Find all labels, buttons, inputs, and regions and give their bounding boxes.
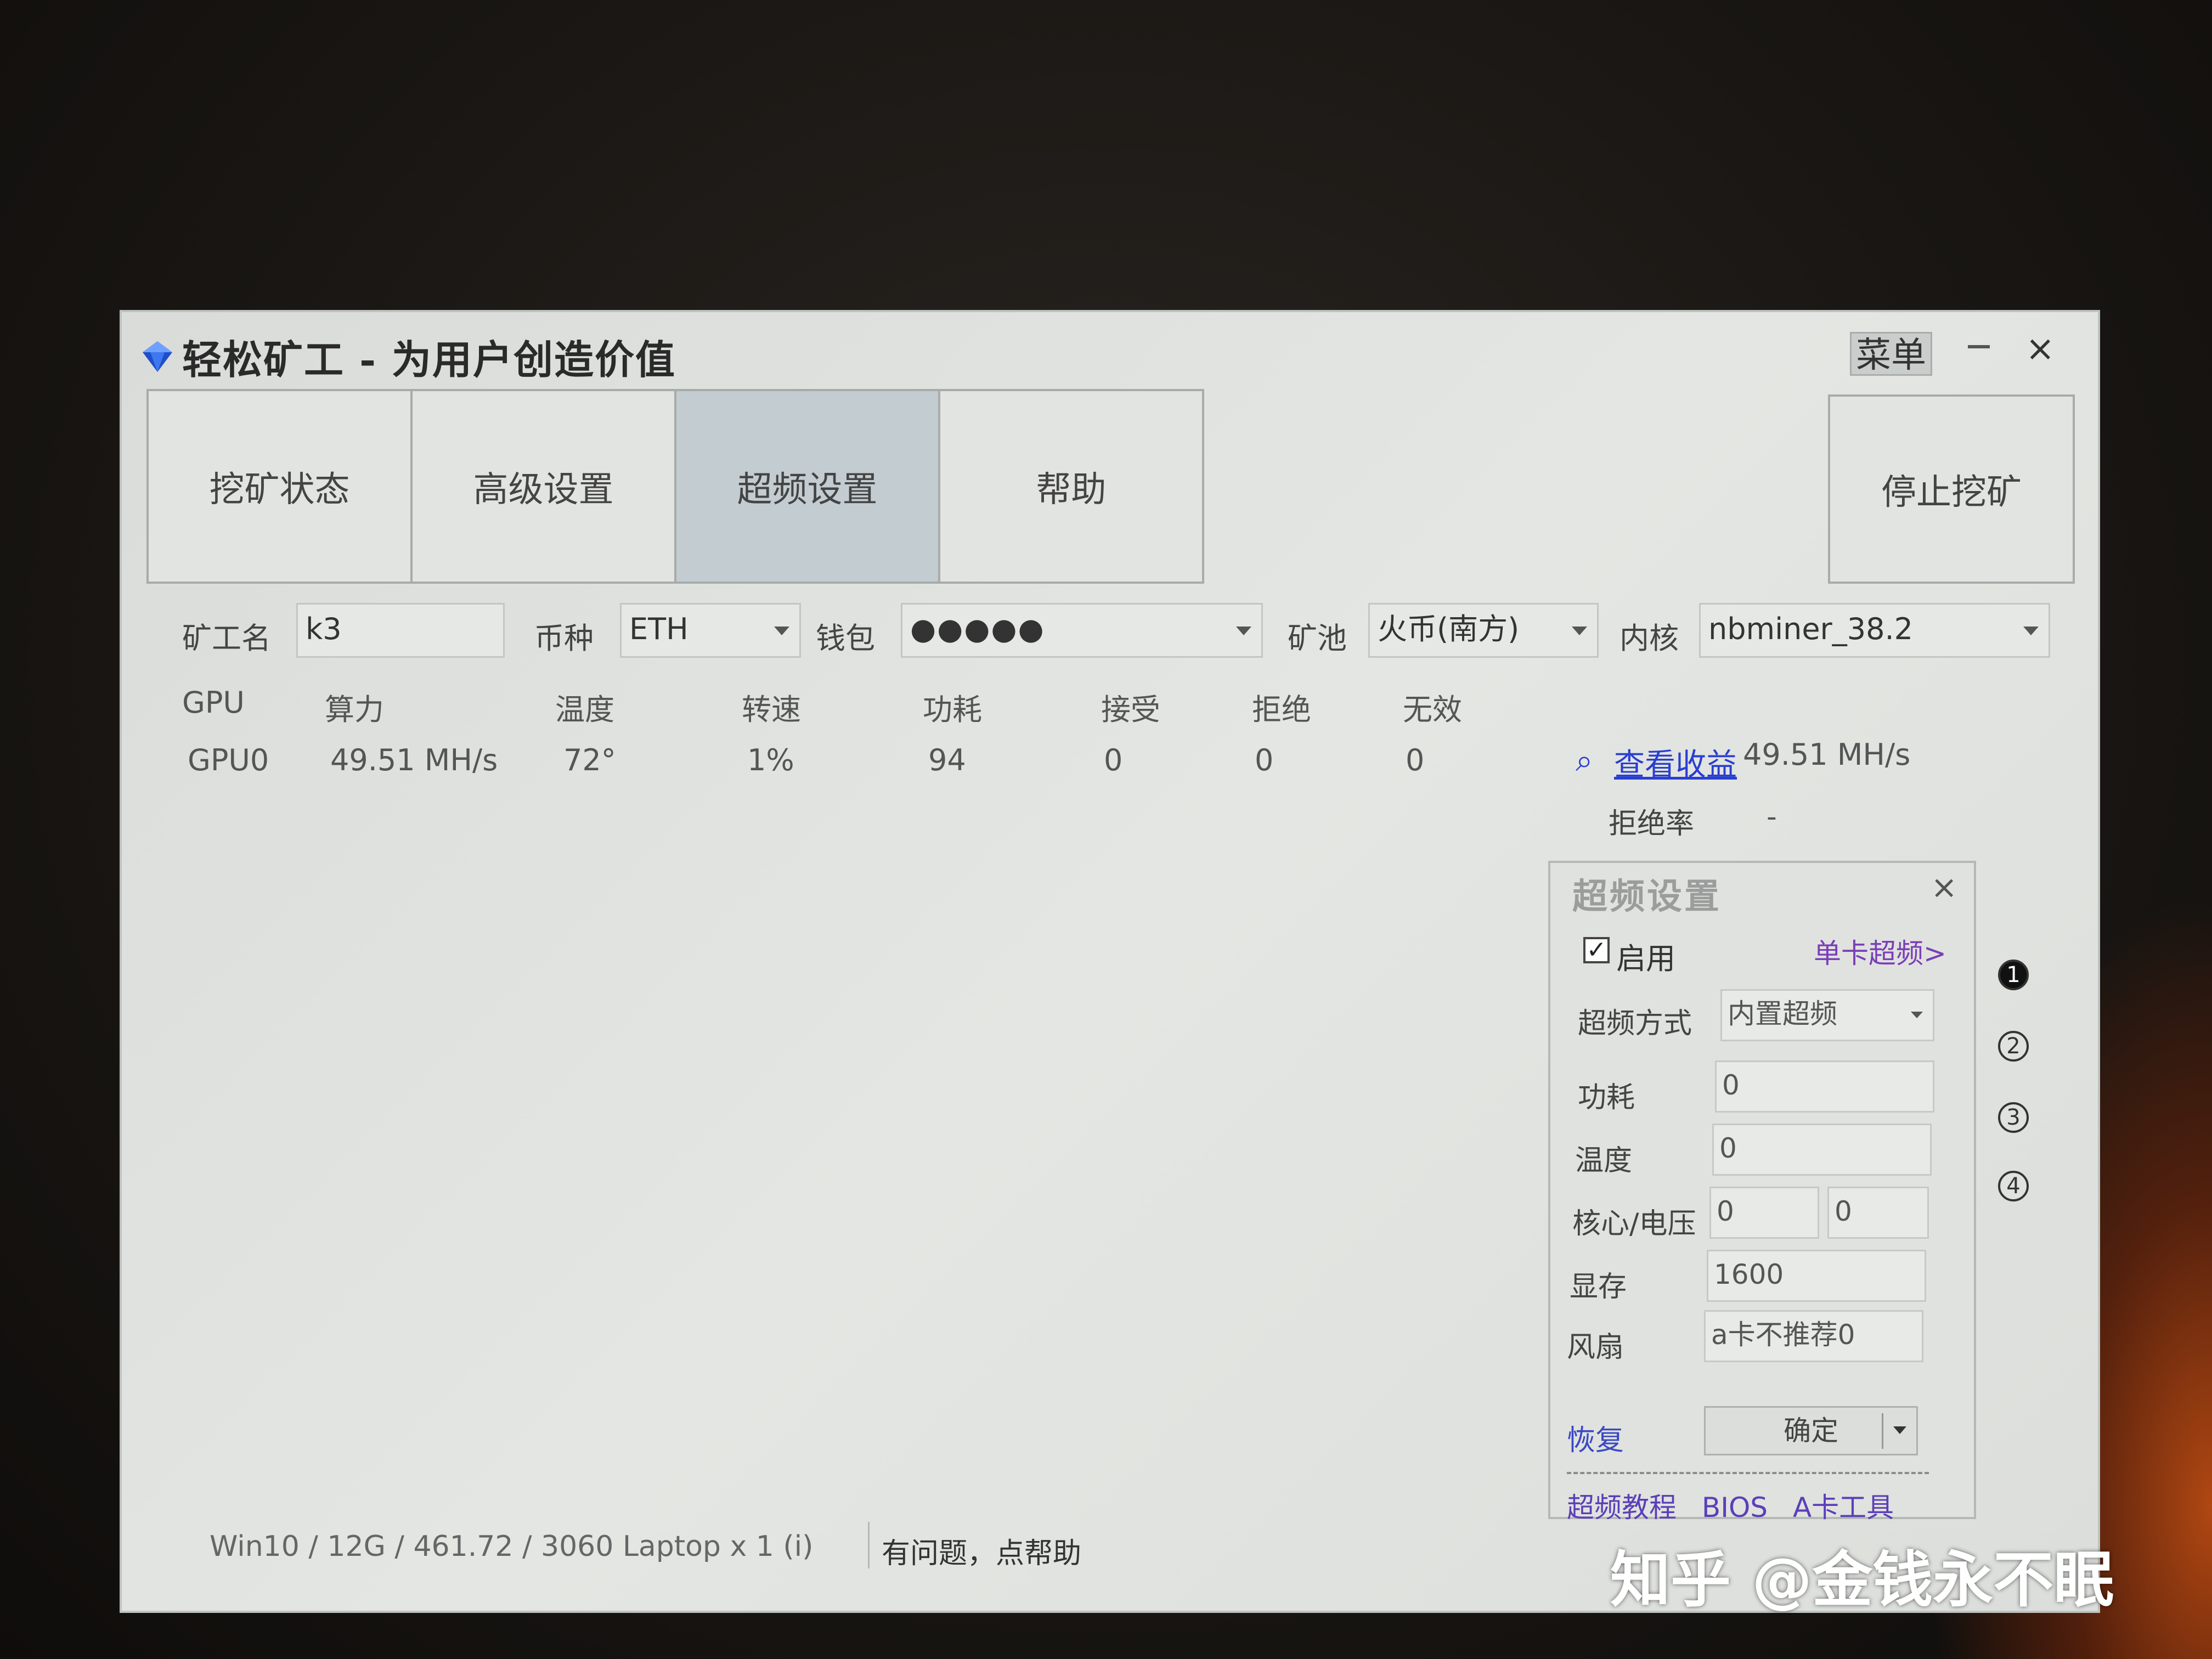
wallet-label: 钱包 xyxy=(816,621,875,656)
window-title: 轻松矿工 - 为用户创造价值 xyxy=(182,336,676,383)
status-divider xyxy=(868,1522,870,1568)
step-3-button[interactable]: 3 xyxy=(1998,1102,2029,1133)
overclock-panel: 超频设置 × ✓ 启用 单卡超频> 超频方式 内置超频 功耗 0 温度 0 核心… xyxy=(1548,861,1976,1523)
mode-select[interactable]: 内置超频 xyxy=(1720,989,1934,1041)
step-4-button[interactable]: 4 xyxy=(1998,1171,2029,1201)
table-cell: 49.51 MH/s xyxy=(330,743,498,777)
table-cell: 72° xyxy=(563,743,616,777)
worker-label: 矿工名 xyxy=(182,621,271,656)
enable-label: 启用 xyxy=(1616,941,1675,976)
close-icon[interactable]: × xyxy=(1931,868,1957,906)
table-header: 接受 xyxy=(1101,692,1160,727)
voltage-input[interactable]: 0 xyxy=(1827,1187,1929,1239)
tab-label: 超频设置 xyxy=(737,469,878,510)
chevron-down-icon[interactable] xyxy=(1893,1426,1906,1434)
mode-value: 内置超频 xyxy=(1728,998,1837,1030)
chevron-down-icon xyxy=(1236,627,1251,635)
wallet-select[interactable]: ●●●●● xyxy=(901,603,1263,658)
chevron-down-icon xyxy=(1572,627,1587,635)
table-cell: 0 xyxy=(1406,743,1425,777)
close-button[interactable]: × xyxy=(2025,329,2055,369)
step-1-button[interactable]: 1 xyxy=(1998,960,2029,990)
step-2-button[interactable]: 2 xyxy=(1998,1031,2029,1062)
tab-help[interactable]: 帮助 xyxy=(938,389,1204,584)
overclock-tutorial-link[interactable]: 超频教程 xyxy=(1567,1492,1677,1523)
core-voltage-label: 核心/电压 xyxy=(1572,1207,1696,1240)
tab-overclock-settings[interactable]: 超频设置 xyxy=(674,389,940,584)
table-header: 算力 xyxy=(325,692,384,727)
enable-checkbox[interactable]: ✓ xyxy=(1583,937,1610,963)
system-info: Win10 / 12G / 461.72 / 3060 Laptop x 1 (… xyxy=(210,1530,814,1563)
menu-button[interactable]: 菜单 xyxy=(1850,332,1932,376)
temperature-label: 温度 xyxy=(1575,1144,1633,1177)
table-header: 拒绝 xyxy=(1252,692,1311,727)
fan-input[interactable]: a卡不推荐0 xyxy=(1704,1310,1923,1362)
power-label: 功耗 xyxy=(1578,1081,1635,1114)
amd-tools-link[interactable]: A卡工具 xyxy=(1793,1492,1894,1523)
stop-mining-button[interactable]: 停止挖矿 xyxy=(1828,394,2075,584)
chevron-down-icon xyxy=(774,627,789,635)
table-header: GPU xyxy=(182,685,245,720)
kernel-value: nbminer_38.2 xyxy=(1708,612,1913,646)
chevron-down-icon xyxy=(1911,1012,1923,1018)
confirm-label: 确定 xyxy=(1784,1415,1838,1447)
pool-select[interactable]: 火币(南方) xyxy=(1368,603,1599,658)
mode-label: 超频方式 xyxy=(1578,1007,1692,1040)
coin-value: ETH xyxy=(629,612,689,646)
watermark: 知乎 @金钱永不眠 xyxy=(1610,1545,2114,1615)
search-icon[interactable]: ⌕ xyxy=(1576,743,1593,779)
wallet-value: ●●●●● xyxy=(910,612,1045,646)
table-header: 功耗 xyxy=(923,692,982,727)
tab-label: 挖矿状态 xyxy=(209,469,350,510)
worker-input[interactable]: k3 xyxy=(296,603,505,658)
view-earnings-link[interactable]: 查看收益 xyxy=(1614,740,1737,785)
single-card-overclock-link[interactable]: 单卡超频> xyxy=(1814,932,1946,971)
table-cell: GPU0 xyxy=(188,743,269,777)
restore-link[interactable]: 恢复 xyxy=(1567,1417,1624,1458)
chevron-down-icon xyxy=(2023,627,2039,635)
table-cell: 1% xyxy=(747,743,794,777)
table-header: 无效 xyxy=(1403,692,1462,727)
config-row: 矿工名 k3 币种 ETH 钱包 ●●●●● 矿池 火币(南方) 内核 nbmi… xyxy=(122,597,2102,658)
title-bar: 轻松矿工 - 为用户创造价值 xyxy=(138,323,676,389)
memory-label: 显存 xyxy=(1570,1271,1627,1304)
table-header: 转速 xyxy=(742,692,801,727)
split-divider xyxy=(1882,1413,1883,1449)
table-cell: 0 xyxy=(1255,743,1274,777)
kernel-select[interactable]: nbminer_38.2 xyxy=(1699,603,2050,658)
total-hashrate: 49.51 MH/s xyxy=(1743,737,1911,772)
help-hint[interactable]: 有问题，点帮助 xyxy=(882,1530,1081,1571)
tab-label: 高级设置 xyxy=(473,469,614,510)
fan-label: 风扇 xyxy=(1567,1331,1624,1364)
overclock-panel-title: 超频设置 xyxy=(1572,876,1722,917)
tab-advanced-settings[interactable]: 高级设置 xyxy=(410,389,676,584)
core-input[interactable]: 0 xyxy=(1709,1187,1819,1239)
reject-rate-value: - xyxy=(1767,800,1777,833)
app-window: 轻松矿工 - 为用户创造价值 菜单 × 挖矿状态 高级设置 超频设置 帮助 停止… xyxy=(120,310,2100,1613)
diamond-logo-icon xyxy=(143,341,172,372)
overclock-links: 超频教程 BIOS A卡工具 xyxy=(1567,1486,1910,1525)
reject-rate-label: 拒绝率 xyxy=(1609,808,1695,840)
table-header: 温度 xyxy=(555,692,614,727)
tab-mining-status[interactable]: 挖矿状态 xyxy=(146,389,413,584)
bios-link[interactable]: BIOS xyxy=(1702,1492,1768,1523)
table-cell: 94 xyxy=(928,743,966,777)
temperature-input[interactable]: 0 xyxy=(1712,1124,1932,1176)
table-cell: 0 xyxy=(1104,743,1123,777)
pool-label: 矿池 xyxy=(1288,621,1347,656)
power-input[interactable]: 0 xyxy=(1715,1060,1934,1113)
memory-input[interactable]: 1600 xyxy=(1707,1250,1926,1302)
pool-value: 火币(南方) xyxy=(1378,612,1520,646)
coin-label: 币种 xyxy=(534,621,594,656)
coin-select[interactable]: ETH xyxy=(620,603,801,658)
dashed-divider xyxy=(1567,1472,1929,1474)
confirm-button[interactable]: 确定 xyxy=(1704,1406,1918,1455)
tab-label: 帮助 xyxy=(1036,469,1107,510)
kernel-label: 内核 xyxy=(1620,621,1679,656)
minimize-button[interactable] xyxy=(1968,345,1990,348)
